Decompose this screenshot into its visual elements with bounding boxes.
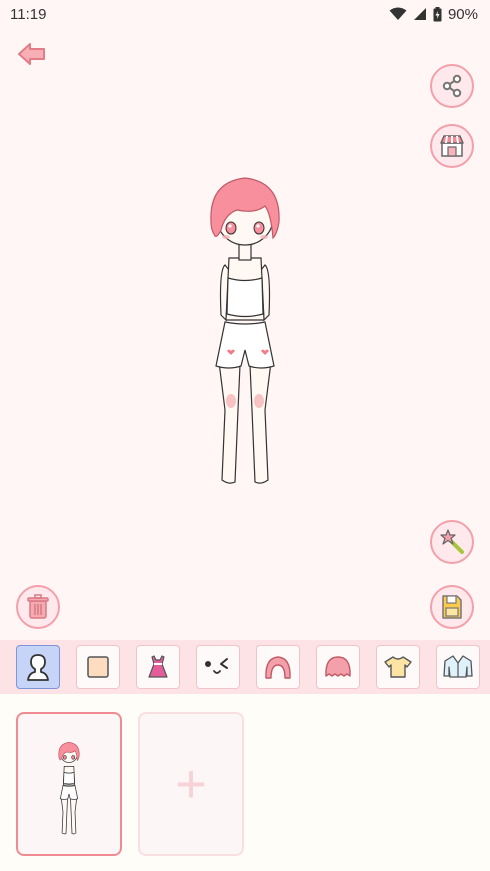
tab-front-hair[interactable] bbox=[316, 645, 360, 689]
magic-wand-icon bbox=[440, 529, 464, 554]
save-icon bbox=[442, 595, 462, 619]
add-plus-icon: + bbox=[175, 754, 207, 814]
tab-jacket[interactable] bbox=[436, 645, 480, 689]
add-character-slot[interactable]: + bbox=[138, 712, 244, 856]
battery-level: 90% bbox=[447, 5, 478, 23]
back-hair-icon bbox=[265, 656, 291, 679]
character-figure bbox=[195, 170, 295, 490]
character-illustration bbox=[210, 177, 280, 484]
share-button[interactable] bbox=[430, 64, 474, 108]
jacket-icon bbox=[443, 655, 473, 678]
tab-face[interactable] bbox=[196, 645, 240, 689]
shop-button[interactable] bbox=[430, 124, 474, 168]
tab-dress[interactable] bbox=[136, 645, 180, 689]
dress-icon bbox=[148, 655, 168, 678]
magic-random-button[interactable] bbox=[430, 520, 474, 564]
back-arrow-icon bbox=[18, 43, 45, 65]
share-icon bbox=[442, 74, 462, 98]
shop-icon bbox=[440, 135, 464, 157]
category-tab-bar bbox=[0, 640, 490, 694]
tab-top[interactable] bbox=[376, 645, 420, 689]
trash-icon bbox=[27, 594, 49, 619]
face-expression-icon bbox=[205, 658, 228, 674]
status-bar: 11:19 90% bbox=[0, 0, 490, 28]
signal-icon bbox=[413, 8, 426, 20]
tab-body[interactable] bbox=[16, 645, 60, 689]
character-slot-current[interactable] bbox=[16, 712, 122, 856]
back-button[interactable] bbox=[16, 40, 48, 68]
delete-button[interactable] bbox=[16, 585, 60, 629]
tshirt-icon bbox=[384, 656, 412, 678]
skin-swatch-icon bbox=[87, 656, 109, 678]
character-thumbnail bbox=[58, 742, 80, 835]
wifi-icon bbox=[389, 7, 407, 20]
save-button[interactable] bbox=[430, 585, 474, 629]
status-time: 11:19 bbox=[10, 5, 47, 23]
status-icons: 90% bbox=[389, 6, 478, 23]
tab-back-hair[interactable] bbox=[256, 645, 300, 689]
front-hair-icon bbox=[325, 656, 351, 677]
tab-skin-color[interactable] bbox=[76, 645, 120, 689]
battery-icon bbox=[433, 6, 442, 21]
saved-slots-area: + bbox=[0, 694, 490, 871]
body-silhouette-icon bbox=[27, 654, 49, 681]
